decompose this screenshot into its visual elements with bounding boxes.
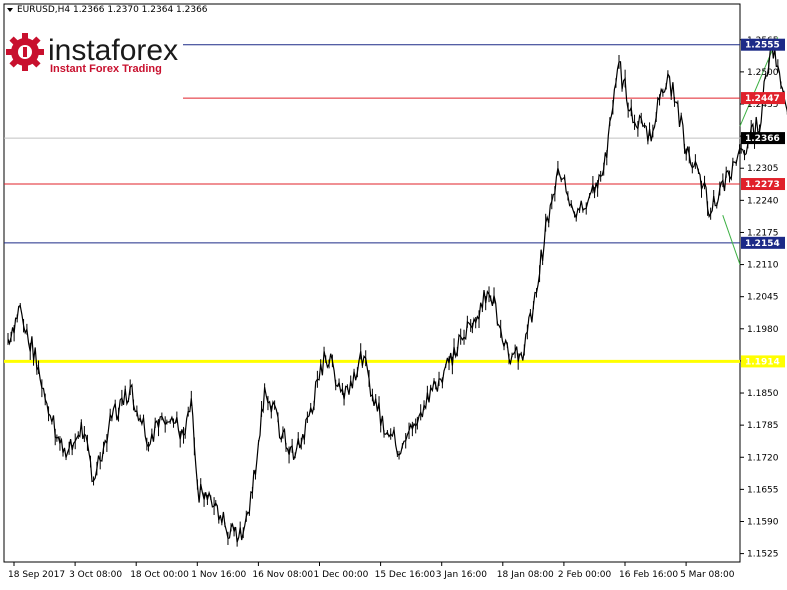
x-tick-label: 5 Mar 08:00	[680, 570, 735, 580]
y-axis-ticks: 1.25651.25001.24351.23701.23051.22401.21…	[740, 36, 779, 560]
level-tag-label: 1.2447	[745, 94, 780, 104]
price-line	[7, 42, 787, 543]
price-chart[interactable]: EURUSD,H4 1.2366 1.2370 1.2364 1.2366 in…	[0, 0, 787, 590]
y-tick-label: 1.1785	[747, 421, 779, 431]
plot-frame	[3, 3, 741, 563]
level-tag-label: 1.2273	[745, 180, 780, 190]
price-series	[7, 38, 787, 547]
y-tick-label: 1.2240	[747, 196, 779, 206]
y-tick-label: 1.1850	[747, 389, 779, 399]
x-tick-label: 3 Oct 08:00	[69, 570, 122, 580]
y-tick-label: 1.1980	[747, 325, 779, 335]
x-tick-label: 3 Jan 16:00	[436, 570, 488, 580]
level-tag-label: 1.2154	[745, 239, 780, 249]
x-tick-label: 18 Sep 2017	[8, 570, 65, 580]
trend-line	[722, 214, 741, 265]
x-tick-label: 1 Nov 16:00	[191, 570, 246, 580]
y-tick-label: 1.2045	[747, 293, 779, 303]
collapse-triangle-icon[interactable]	[7, 8, 13, 12]
y-tick-label: 1.2110	[747, 261, 779, 271]
x-tick-label: 16 Feb 16:00	[619, 570, 678, 580]
level-tag-label: 1.2366	[745, 134, 780, 144]
horizontal-levels	[4, 44, 740, 363]
y-tick-label: 1.2500	[747, 68, 779, 78]
x-axis-ticks: 18 Sep 2017 3 Oct 08:00 18 Oct 00:00 1 Nov …	[8, 562, 735, 580]
y-tick-label: 1.1720	[747, 453, 779, 463]
x-tick-label: 18 Jan 08:00	[497, 570, 554, 580]
symbol-header: EURUSD,H4 1.2366 1.2370 1.2364 1.2366	[17, 5, 208, 15]
y-tick-label: 1.1590	[747, 517, 779, 527]
x-tick-label: 15 Dec 16:00	[375, 570, 436, 580]
x-tick-label: 16 Nov 08:00	[252, 570, 313, 580]
level-tag-label: 1.1914	[745, 357, 780, 367]
candle-group	[7, 38, 787, 547]
y-tick-label: 1.2305	[747, 164, 779, 174]
x-tick-label: 2 Feb 00:00	[558, 570, 612, 580]
x-tick-label: 18 Oct 00:00	[130, 570, 189, 580]
level-tag-label: 1.2555	[745, 41, 780, 51]
x-tick-label: 1 Dec 00:00	[314, 570, 369, 580]
instaforex-logo: instaforex Instant Forex Trading	[6, 33, 178, 75]
gear-logo-icon	[6, 33, 44, 71]
y-tick-label: 1.1525	[747, 550, 779, 560]
logo-tagline: Instant Forex Trading	[50, 63, 162, 75]
y-tick-label: 1.1655	[747, 485, 779, 495]
